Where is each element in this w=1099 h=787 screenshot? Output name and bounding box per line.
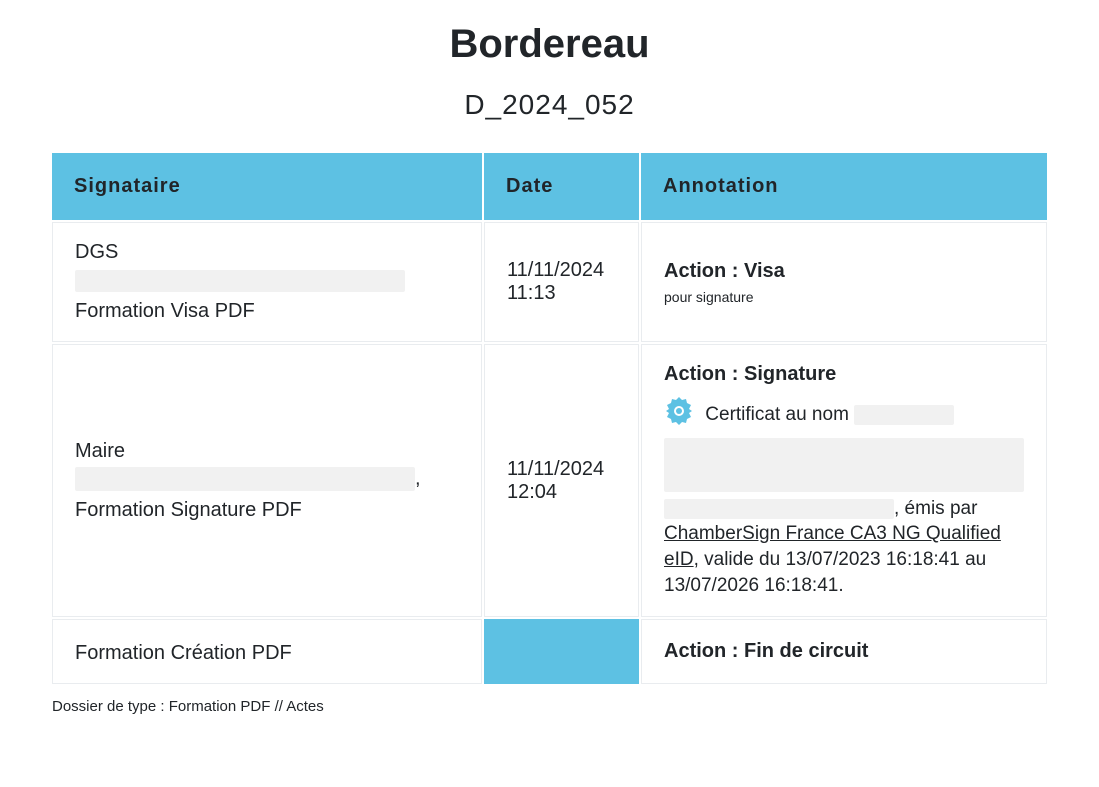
cell-date-empty xyxy=(484,619,639,684)
cell-signataire: DGS Formation Visa PDF xyxy=(52,222,482,342)
action-name: Visa xyxy=(744,260,785,282)
redacted-cert-body xyxy=(664,438,1024,492)
header-date: Date xyxy=(484,153,639,220)
cell-signataire: Formation Création PDF xyxy=(52,619,482,684)
cert-first-line: Certificat au nom xyxy=(664,396,1024,434)
cert-issuer-line: , émis par ChamberSign France CA3 NG Qua… xyxy=(664,496,1024,599)
cert-validity: , valide du 13/07/2023 16:18:41 au 13/07… xyxy=(664,549,986,596)
table-row: Formation Création PDF Action : Fin de c… xyxy=(52,619,1047,684)
signer-step: Formation Création PDF xyxy=(75,642,459,665)
action-prefix: Action : xyxy=(664,260,744,282)
cell-annotation: Action : Signature xyxy=(641,344,1047,617)
signer-role: DGS xyxy=(75,241,459,264)
time-value: 12:04 xyxy=(507,481,616,504)
date-value: 11/11/2024 xyxy=(507,259,616,282)
action-prefix: Action : xyxy=(664,640,744,662)
action-note: pour signature xyxy=(664,289,1024,305)
action-name: Signature xyxy=(744,363,836,385)
signer-step: Formation Signature PDF xyxy=(75,499,459,522)
cert-intro: Certificat au nom xyxy=(705,404,849,425)
action-name: Fin de circuit xyxy=(744,640,868,662)
redacted-cert-name xyxy=(854,405,954,425)
table-header-row: Signataire Date Annotation xyxy=(52,153,1047,220)
time-value: 11:13 xyxy=(507,282,616,305)
header-annotation: Annotation xyxy=(641,153,1047,220)
action-prefix: Action : xyxy=(664,363,744,385)
footer-note: Dossier de type : Formation PDF // Actes xyxy=(50,698,1049,715)
cell-annotation: Action : Fin de circuit xyxy=(641,619,1047,684)
action-line: Action : Fin de circuit xyxy=(664,640,1024,663)
certificate-block: Certificat au nom , émis par ChamberSign… xyxy=(664,396,1024,598)
redacted-name xyxy=(75,467,415,491)
page-title: Bordereau xyxy=(50,22,1049,67)
header-signataire: Signataire xyxy=(52,153,482,220)
signature-table: Signataire Date Annotation DGS Formation… xyxy=(50,151,1049,686)
action-line: Action : Visa xyxy=(664,260,1024,283)
document-page: Bordereau D_2024_052 Signataire Date Ann… xyxy=(0,0,1099,745)
date-value: 11/11/2024 xyxy=(507,458,616,481)
signer-role: Maire xyxy=(75,440,459,463)
table-row: Maire , Formation Signature PDF 11/11/20… xyxy=(52,344,1047,617)
certificate-seal-icon xyxy=(664,396,694,434)
redacted-name xyxy=(75,270,405,292)
role-suffix: , xyxy=(415,467,421,489)
page-subtitle: D_2024_052 xyxy=(50,89,1049,121)
cell-date: 11/11/2024 11:13 xyxy=(484,222,639,342)
cell-annotation: Action : Visa pour signature xyxy=(641,222,1047,342)
cell-signataire: Maire , Formation Signature PDF xyxy=(52,344,482,617)
redacted-cert-tail xyxy=(664,499,894,519)
cert-issued-by: , émis par xyxy=(894,498,977,519)
signer-step: Formation Visa PDF xyxy=(75,300,459,323)
cell-date: 11/11/2024 12:04 xyxy=(484,344,639,617)
action-line: Action : Signature xyxy=(664,363,1024,386)
redacted-name-line: , xyxy=(75,467,459,491)
table-row: DGS Formation Visa PDF 11/11/2024 11:13 … xyxy=(52,222,1047,342)
